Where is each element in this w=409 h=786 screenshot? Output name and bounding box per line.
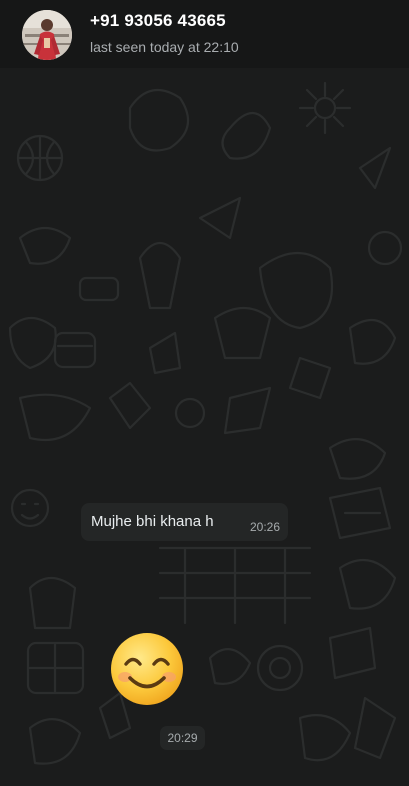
contact-avatar[interactable] [22, 10, 72, 60]
chat-wallpaper-pattern [8, 81, 403, 765]
emoji-message-time: 20:29 [160, 726, 205, 750]
contact-name[interactable]: +91 93056 43665 [90, 11, 226, 31]
incoming-message-bubble[interactable]: Mujhe bhi khana h 20:26 [81, 503, 288, 541]
message-time: 20:26 [249, 520, 280, 534]
chat-area[interactable]: Mujhe bhi khana h 20:26 20:29 [0, 68, 409, 786]
chat-header: +91 93056 43665 last seen today at 22:10 [0, 0, 409, 68]
avatar-photo-icon [22, 10, 72, 60]
smiling-face-emoji-icon[interactable] [109, 631, 185, 707]
last-seen-status: last seen today at 22:10 [90, 39, 239, 55]
message-text: Mujhe bhi khana h [91, 513, 214, 530]
